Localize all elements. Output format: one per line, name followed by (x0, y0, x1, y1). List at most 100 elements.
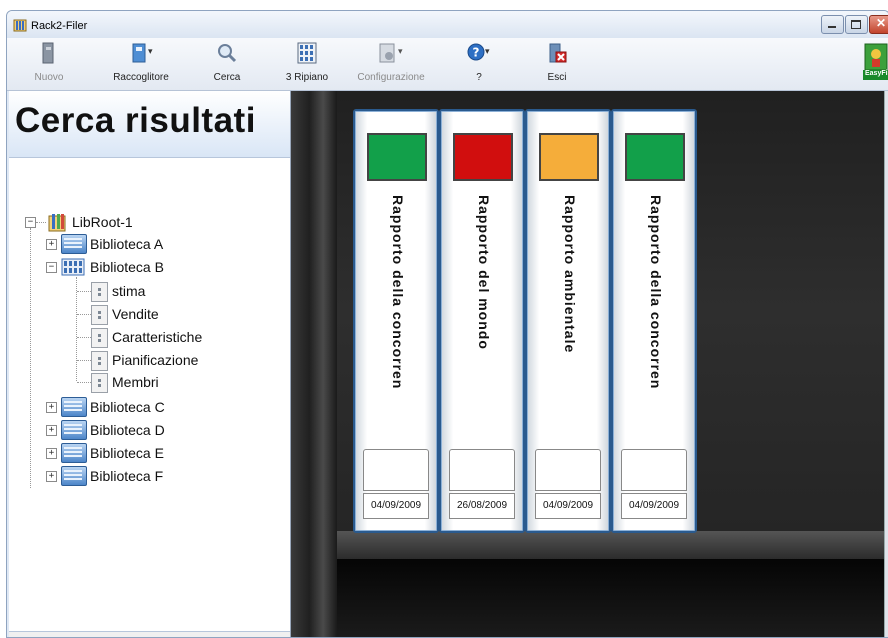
tree-node-library-e[interactable]: Biblioteca E (90, 443, 164, 463)
binder-2[interactable]: Rapporto del mondo 26/08/2009 (439, 109, 525, 533)
library-d-icon (61, 420, 87, 440)
expand-toggle-library-c[interactable]: + (46, 402, 57, 413)
new-button[interactable]: Nuovo (27, 38, 71, 90)
new-icon (42, 42, 54, 64)
right-edge-scrollbar[interactable] (884, 91, 888, 637)
panel-title: Cerca risultati (15, 101, 256, 140)
tree-node-root[interactable]: LibRoot-1 (72, 212, 133, 232)
binder-4-label-box-top (621, 449, 687, 471)
new-label: Nuovo (34, 72, 64, 83)
rack-view: Rapporto della concorren 04/09/2009 Rapp… (291, 91, 888, 637)
search-icon (218, 44, 237, 63)
help-label: ? (476, 72, 482, 83)
binder-3[interactable]: Rapporto ambientale 04/09/2009 (525, 109, 611, 533)
svg-text:?: ? (473, 46, 480, 60)
binder-stima-icon (91, 282, 108, 302)
tree-node-library-d[interactable]: Biblioteca D (90, 420, 165, 440)
svg-text:▾: ▾ (148, 47, 153, 57)
exit-button[interactable]: Esci (537, 38, 577, 90)
binder-1-label-box-top (363, 449, 429, 471)
shelf-label: 3 Ripiano (285, 72, 329, 83)
toolbar: Nuovo ▾ Raccoglitore Cerca 3 Ripiano ▾ C… (7, 38, 888, 91)
panel-header: Cerca risultati (9, 91, 290, 158)
search-button[interactable]: Cerca (205, 38, 249, 90)
binder-4-color-label (625, 133, 685, 181)
binder-1-title: Rapporto della concorren (390, 195, 406, 390)
binder-4-label-box-bottom (621, 470, 687, 491)
library-c-icon (61, 397, 87, 417)
binder-3-spine: Rapporto ambientale (527, 195, 609, 465)
panel-footer (9, 631, 290, 637)
binder-vendite-icon (91, 305, 108, 325)
expand-toggle-library-d[interactable]: + (46, 425, 57, 436)
binder-caratteristiche-icon (91, 328, 108, 348)
svg-text:▾: ▾ (398, 47, 403, 57)
library-e-icon (61, 443, 87, 463)
binder-2-spine: Rapporto del mondo (441, 195, 523, 465)
tree-node-library-b[interactable]: Biblioteca B (90, 257, 164, 277)
binder-3-label-box-bottom (535, 470, 601, 491)
binder-1-label-box-bottom (363, 470, 429, 491)
library-f-icon (61, 466, 87, 486)
binder-1-date: 04/09/2009 (363, 493, 429, 519)
rack-post (291, 91, 337, 637)
easyfile-button[interactable]: EasyFi (863, 42, 888, 82)
tree-node-library-a[interactable]: Biblioteca A (90, 234, 163, 254)
binder-1-color-label (367, 133, 427, 181)
tree-node-vendite[interactable]: Vendite (112, 304, 159, 324)
tree-node-membri[interactable]: Membri (112, 372, 159, 392)
close-button[interactable] (869, 15, 888, 34)
binder-3-date: 04/09/2009 (535, 493, 601, 519)
binder-3-title: Rapporto ambientale (562, 195, 578, 354)
root-library-icon (48, 214, 66, 232)
config-icon: ▾ (379, 43, 403, 63)
search-results-panel: Cerca risultati − LibRoot-1 + Biblioteca… (9, 91, 291, 637)
binder-4[interactable]: Rapporto della concorren 04/09/2009 (611, 109, 697, 533)
exit-label: Esci (547, 72, 567, 83)
binder-4-spine: Rapporto della concorren (613, 195, 695, 465)
search-label: Cerca (213, 72, 241, 83)
exit-icon (549, 43, 567, 63)
binder-2-label-box-top (449, 449, 515, 471)
collapse-toggle-root[interactable]: − (25, 217, 36, 228)
library-tree: − LibRoot-1 + Biblioteca A − Biblioteca … (9, 157, 290, 607)
binder-2-date: 26/08/2009 (449, 493, 515, 519)
help-icon: ? ▾ (467, 43, 490, 61)
library-a-icon (61, 234, 87, 254)
shelf-button[interactable]: 3 Ripiano (279, 38, 335, 90)
binder-icon: ▾ (132, 43, 153, 63)
collapse-toggle-library-b[interactable]: − (46, 262, 57, 273)
tree-node-stima[interactable]: stima (112, 281, 145, 301)
library-b-grid-icon (61, 258, 85, 276)
easyfile-label: EasyFi (865, 70, 888, 77)
binder-1[interactable]: Rapporto della concorren 04/09/2009 (353, 109, 439, 533)
binder-pianificazione-icon (91, 351, 108, 371)
config-button[interactable]: ▾ Configurazione (349, 38, 433, 90)
title-bar[interactable]: Rack2-Filer (7, 11, 888, 38)
expand-toggle-library-e[interactable]: + (46, 448, 57, 459)
binder-2-color-label (453, 133, 513, 181)
app-icon (13, 19, 27, 32)
svg-text:▾: ▾ (485, 47, 490, 57)
tree-node-library-f[interactable]: Biblioteca F (90, 466, 163, 486)
maximize-button[interactable] (845, 15, 868, 34)
binder-2-label-box-bottom (449, 470, 515, 491)
tree-node-pianificazione[interactable]: Pianificazione (112, 350, 198, 370)
shelf-grid-icon (297, 42, 317, 64)
minimize-button[interactable] (821, 15, 844, 34)
help-button[interactable]: ? ▾ ? (459, 38, 499, 90)
binder-button[interactable]: ▾ Raccoglitore (103, 38, 179, 90)
binder-membri-icon (91, 373, 108, 393)
shelf-board (337, 531, 888, 559)
binder-4-date: 04/09/2009 (621, 493, 687, 519)
binder-3-label-box-top (535, 449, 601, 471)
tree-node-caratteristiche[interactable]: Caratteristiche (112, 327, 202, 347)
expand-toggle-library-a[interactable]: + (46, 239, 57, 250)
lower-shelf (337, 559, 888, 637)
expand-toggle-library-f[interactable]: + (46, 471, 57, 482)
config-label: Configurazione (357, 72, 425, 83)
window-title: Rack2-Filer (31, 20, 88, 32)
binder-label: Raccoglitore (113, 72, 169, 83)
binder-1-spine: Rapporto della concorren (355, 195, 437, 465)
tree-node-library-c[interactable]: Biblioteca C (90, 397, 165, 417)
